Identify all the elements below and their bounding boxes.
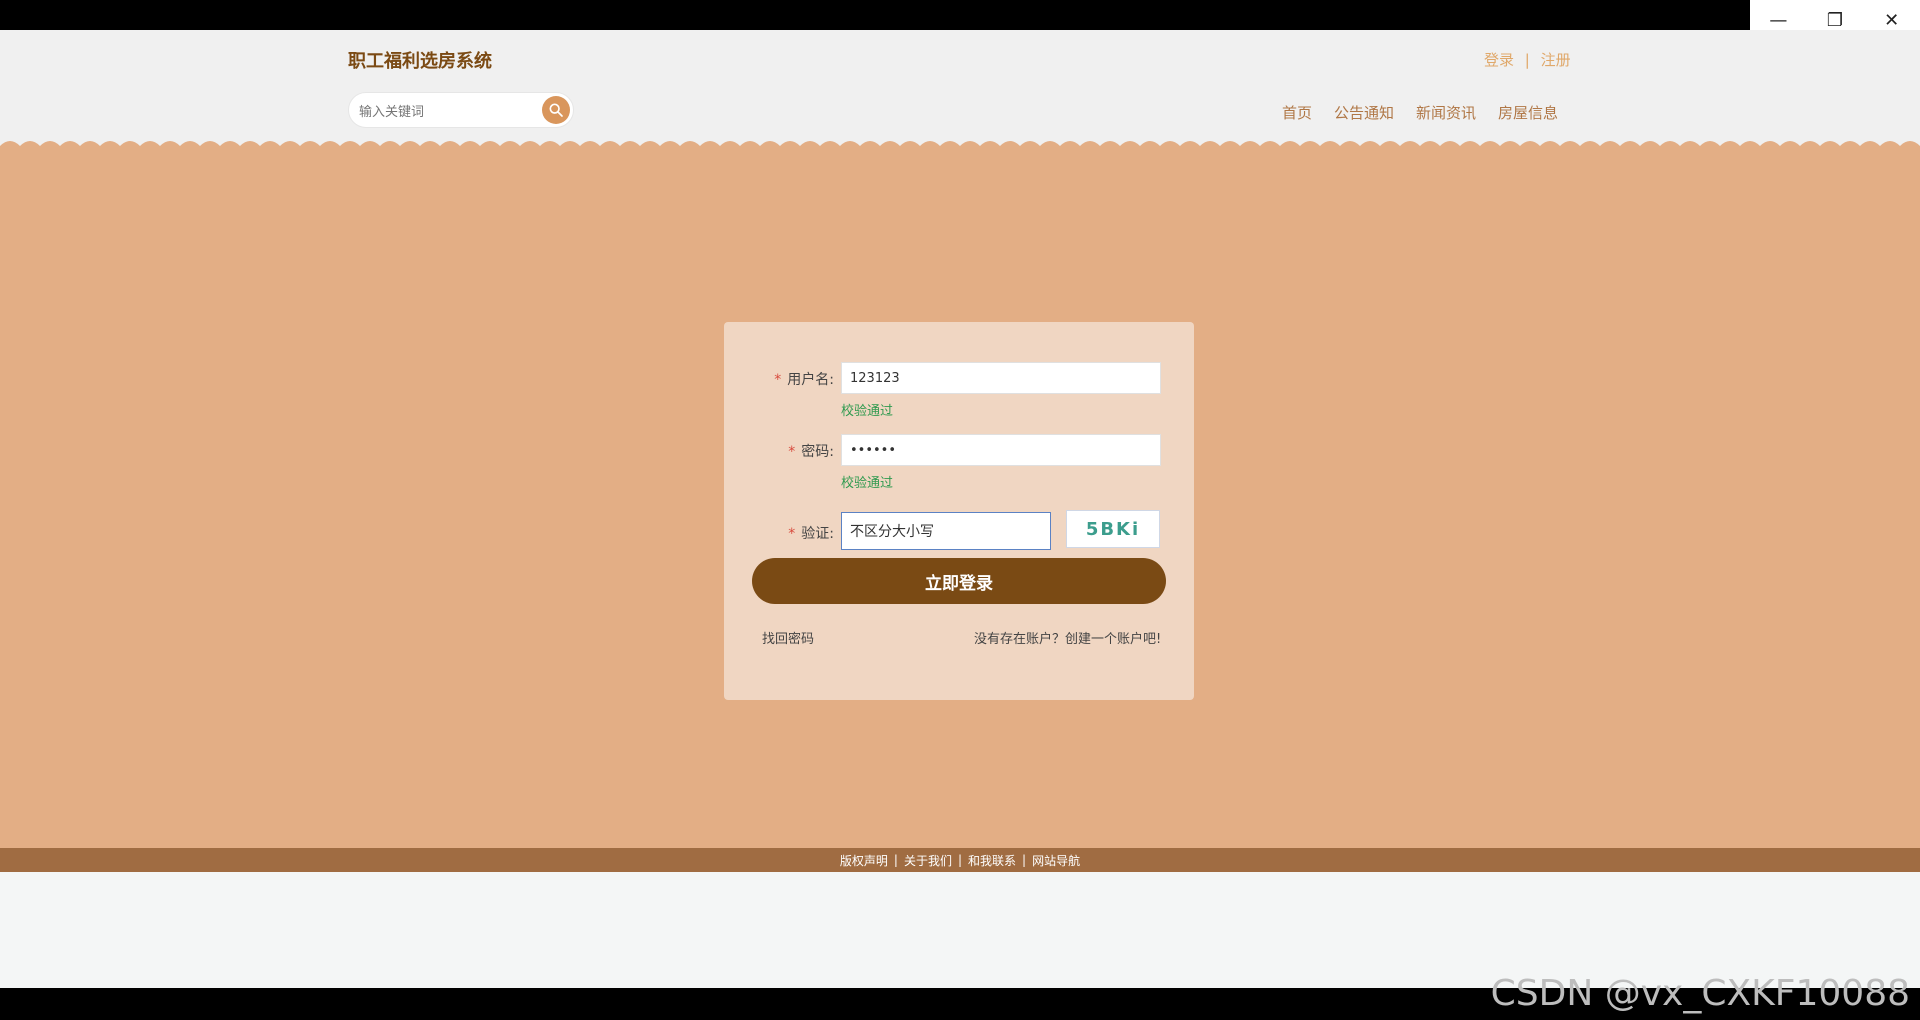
watermark-text: CSDN @vx_CXKF10088 [1490, 973, 1910, 1014]
captcha-image[interactable]: 5BKi [1066, 510, 1160, 548]
forgot-password-link[interactable]: 找回密码 [762, 628, 814, 647]
search-icon [549, 103, 563, 117]
search-input[interactable] [357, 101, 531, 123]
site-header: 职工福利选房系统 登录 | 注册 首页 公告通知 新闻资讯 房 [0, 30, 1920, 154]
footer-link-sitemap[interactable]: 网站导航 [1032, 852, 1080, 869]
required-mark: * [774, 372, 782, 388]
footer-link-copyright[interactable]: 版权声明 [840, 852, 888, 869]
password-validation-status: 校验通过 [841, 476, 894, 491]
page-bottom-area [0, 872, 1920, 988]
register-link[interactable]: 注册 [1541, 49, 1571, 70]
nav-item-notices[interactable]: 公告通知 [1334, 102, 1394, 123]
captcha-label: * 验证: [788, 526, 834, 542]
search-box [348, 92, 574, 128]
site-title: 职工福利选房系统 [348, 51, 492, 72]
username-field[interactable]: 123123 [841, 362, 1161, 394]
auth-separator: | [1524, 51, 1530, 69]
footer-separator: | [893, 853, 898, 867]
nav-item-home[interactable]: 首页 [1282, 102, 1312, 123]
main-nav: 首页 公告通知 新闻资讯 房屋信息 [1282, 102, 1558, 123]
login-link[interactable]: 登录 [1484, 49, 1514, 70]
username-validation-status: 校验通过 [841, 404, 894, 419]
footer-link-contact[interactable]: 和我联系 [968, 852, 1016, 869]
username-label: * 用户名: [774, 372, 834, 388]
create-account-link[interactable]: 没有存在账户？创建一个账户吧! [974, 628, 1161, 647]
password-label: * 密码: [788, 444, 834, 460]
nav-item-news[interactable]: 新闻资讯 [1416, 102, 1476, 123]
auth-links: 登录 | 注册 [1484, 49, 1571, 70]
footer-separator: | [1022, 853, 1027, 867]
footer-link-about[interactable]: 关于我们 [904, 852, 952, 869]
required-mark: * [788, 526, 796, 542]
captcha-text: 5BKi [1085, 518, 1141, 540]
nav-item-houses[interactable]: 房屋信息 [1498, 102, 1558, 123]
footer-separator: | [957, 853, 963, 867]
login-button[interactable]: 立即登录 [752, 558, 1166, 604]
required-mark: * [788, 444, 796, 460]
search-button[interactable] [542, 96, 570, 124]
web-page: 职工福利选房系统 登录 | 注册 首页 公告通知 新闻资讯 房 [0, 30, 1920, 988]
title-bar [0, 0, 1920, 30]
login-panel: * 用户名: 123123 校验通过 * 密码: •••••• 校验通过 * 验证: … [724, 322, 1194, 700]
password-field[interactable]: •••••• [841, 434, 1161, 466]
app-window: — ❐ ✕ 职工福利选房系统 登录 | 注册 首页 [0, 0, 1920, 1020]
captcha-field[interactable]: 不区分大小写 [841, 512, 1051, 550]
site-footer: 版权声明 | 关于我们 | 和我联系 | 网站导航 [0, 848, 1920, 872]
